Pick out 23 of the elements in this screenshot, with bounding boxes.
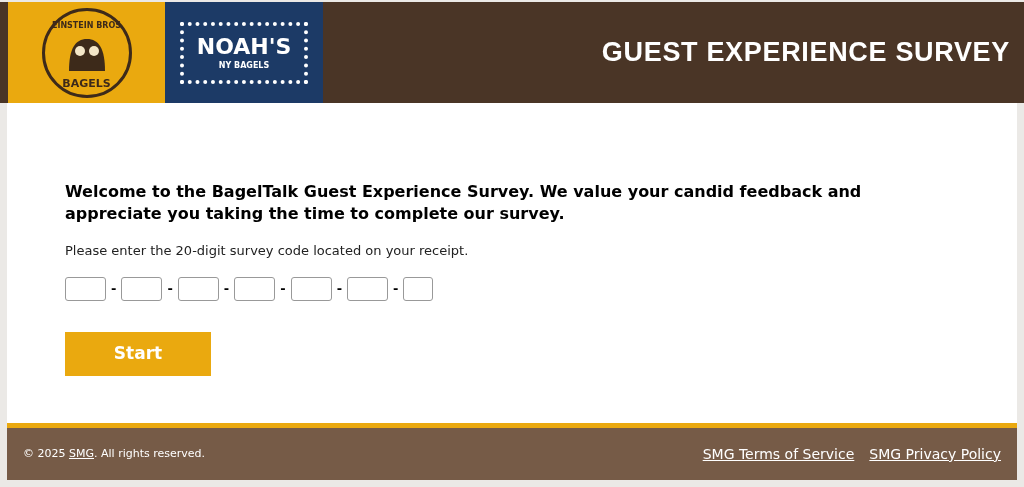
footer-link[interactable]: SMG Terms of Service: [702, 443, 855, 465]
separator: -: [111, 279, 117, 298]
page-title: GUEST EXPERIENCE SURVEY: [601, 36, 1010, 70]
code-field[interactable]: [290, 276, 332, 301]
intro-text: Welcome to the BagelTalk Guest Experience Survey. We value your candid feedback and appreciate you taking the time to complete our survey.: [65, 181, 863, 225]
logo-text: NOAH'S: [196, 35, 292, 58]
code-field[interactable]: [65, 276, 106, 301]
logo-text: BAGELS: [62, 77, 111, 89]
smg-link[interactable]: SMG: [69, 446, 94, 460]
separator: -: [336, 279, 343, 298]
instruction-text: Please enter the 20-digit survey code located on your receipt.: [65, 242, 470, 260]
code-field[interactable]: [234, 276, 276, 301]
separator: -: [167, 279, 173, 298]
separator: -: [393, 279, 399, 298]
footer-link[interactable]: SMG Privacy Policy: [869, 443, 1001, 465]
copyright-text: © 2025 SMG. All rights reserved.: [23, 445, 206, 462]
separator: -: [280, 279, 286, 298]
separator: -: [223, 279, 230, 298]
logo-text: NY BAGELS: [218, 61, 270, 70]
code-field[interactable]: [121, 276, 163, 301]
code-field[interactable]: [347, 276, 389, 301]
code-field[interactable]: [177, 276, 219, 301]
code-field[interactable]: [403, 276, 434, 301]
